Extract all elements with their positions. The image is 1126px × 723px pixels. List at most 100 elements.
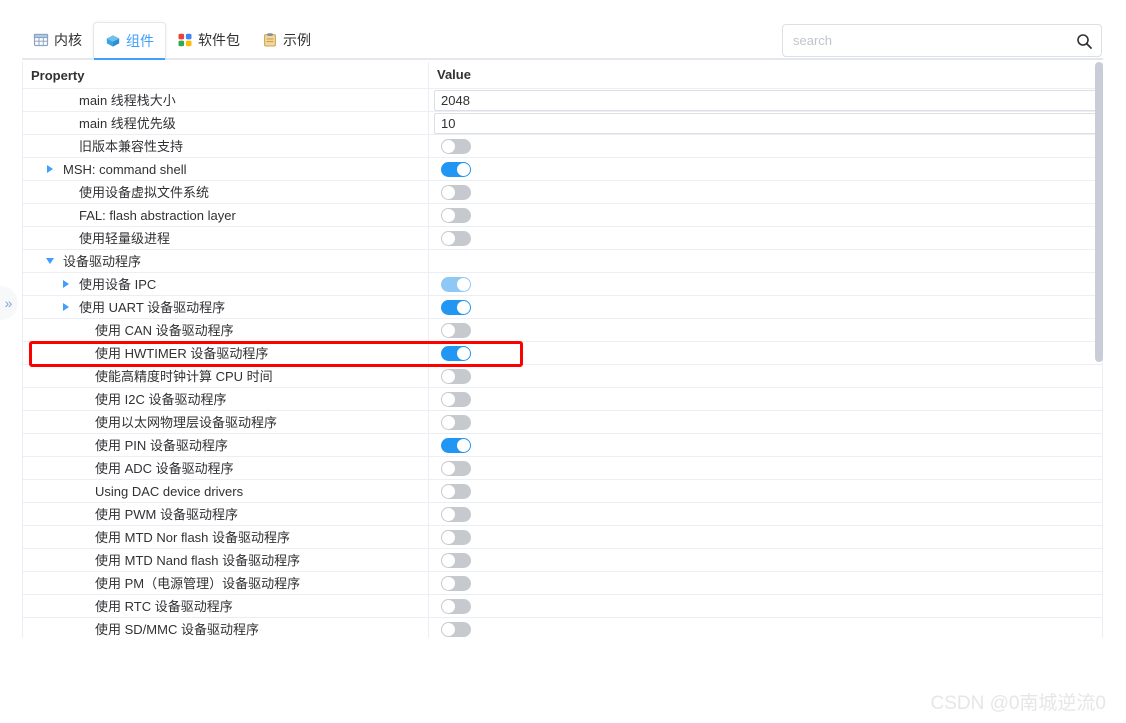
table-row[interactable]: 使用 MTD Nand flash 设备驱动程序 [23, 548, 1102, 572]
table-row[interactable]: 使用 PIN 设备驱动程序 [23, 433, 1102, 457]
table-row[interactable]: main 线程栈大小 [23, 88, 1102, 112]
tab-packages[interactable]: 软件包 [166, 22, 251, 58]
packages-quad-icon [177, 32, 193, 48]
table-row[interactable]: 使用设备 IPC [23, 272, 1102, 296]
value-toggle-switch[interactable] [441, 414, 471, 430]
property-label: FAL: flash abstraction layer [79, 207, 236, 223]
expand-arrow-placeholder [75, 411, 89, 434]
table-row[interactable]: main 线程优先级 [23, 111, 1102, 135]
value-toggle-switch[interactable] [441, 437, 471, 453]
tab-components-label: 组件 [126, 32, 154, 49]
value-toggle-switch[interactable] [441, 391, 471, 407]
value-toggle-switch[interactable] [441, 368, 471, 384]
property-table: Property Value main 线程栈大小 main 线程优先级旧版本兼容… [22, 62, 1103, 638]
table-row[interactable]: 使用 PWM 设备驱动程序 [23, 502, 1102, 526]
table-row[interactable]: 使用以太网物理层设备驱动程序 [23, 410, 1102, 434]
value-toggle-switch[interactable] [441, 299, 471, 315]
table-row[interactable]: 使用 RTC 设备驱动程序 [23, 594, 1102, 618]
property-label: 使用设备虚拟文件系统 [79, 184, 210, 200]
value-cell [428, 433, 1102, 457]
value-toggle-switch[interactable] [441, 345, 471, 361]
property-label: 使用 SD/MMC 设备驱动程序 [95, 621, 259, 637]
expand-arrow-right-icon[interactable] [43, 158, 57, 181]
value-toggle-switch[interactable] [441, 598, 471, 614]
expand-arrow-placeholder [75, 457, 89, 480]
search-input[interactable] [783, 25, 1067, 56]
value-toggle-switch[interactable] [441, 207, 471, 223]
property-label: 使用 HWTIMER 设备驱动程序 [95, 345, 269, 361]
table-row[interactable]: 使用 ADC 设备驱动程序 [23, 456, 1102, 480]
table-row[interactable]: 使用 UART 设备驱动程序 [23, 295, 1102, 319]
search-box[interactable] [782, 24, 1102, 57]
table-row[interactable]: 使用设备虚拟文件系统 [23, 180, 1102, 204]
property-label: 使用 MTD Nand flash 设备驱动程序 [95, 552, 301, 568]
value-toggle-switch[interactable] [441, 322, 471, 338]
property-cell: 使用设备虚拟文件系统 [23, 181, 428, 204]
value-toggle-switch[interactable] [441, 529, 471, 545]
value-toggle-switch[interactable] [441, 552, 471, 568]
table-row[interactable]: Using DAC device drivers [23, 479, 1102, 503]
tab-components[interactable]: 组件 [93, 22, 166, 60]
value-toggle-switch[interactable] [441, 621, 471, 637]
table-row[interactable]: 旧版本兼容性支持 [23, 134, 1102, 158]
tab-examples[interactable]: 示例 [251, 22, 322, 58]
property-cell: 使用轻量级进程 [23, 227, 428, 250]
expand-arrow-right-icon[interactable] [59, 273, 73, 296]
value-toggle-switch[interactable] [441, 161, 471, 177]
vertical-scrollbar[interactable] [1095, 62, 1103, 638]
table-row[interactable]: 使用 I2C 设备驱动程序 [23, 387, 1102, 411]
table-row[interactable]: 使用 CAN 设备驱动程序 [23, 318, 1102, 342]
value-cell [428, 111, 1102, 135]
expand-arrow-right-icon[interactable] [59, 296, 73, 319]
property-cell: 使用 HWTIMER 设备驱动程序 [23, 342, 428, 365]
table-row[interactable]: 设备驱动程序 [23, 249, 1102, 273]
property-label: Using DAC device drivers [95, 483, 244, 499]
expand-arrow-placeholder [75, 595, 89, 618]
expand-arrow-placeholder [75, 434, 89, 457]
search-button[interactable] [1067, 25, 1101, 56]
property-cell: MSH: command shell [23, 158, 428, 181]
property-label: 使用 PWM 设备驱动程序 [95, 506, 238, 522]
value-toggle-switch[interactable] [441, 506, 471, 522]
property-cell: 使用 I2C 设备驱动程序 [23, 388, 428, 411]
value-toggle-switch[interactable] [441, 184, 471, 200]
value-cell [428, 479, 1102, 503]
property-cell: 使用 MTD Nor flash 设备驱动程序 [23, 526, 428, 549]
value-toggle-switch[interactable] [441, 483, 471, 499]
table-row[interactable]: 使用 HWTIMER 设备驱动程序 [23, 341, 1102, 365]
property-label: 使用轻量级进程 [79, 230, 171, 246]
watermark: CSDN @0南城逆流0 [930, 693, 1106, 714]
value-toggle-switch[interactable] [441, 276, 471, 292]
tab-kernel[interactable]: 内核 [22, 22, 93, 58]
sidebar-expand-handle[interactable]: » [0, 286, 18, 320]
value-input[interactable] [434, 89, 1099, 111]
value-input[interactable] [434, 112, 1099, 134]
column-header-property: Property [31, 67, 85, 83]
property-cell: 使用 UART 设备驱动程序 [23, 296, 428, 319]
value-toggle-switch[interactable] [441, 460, 471, 476]
value-toggle-switch[interactable] [441, 138, 471, 154]
property-cell: 使用 PM（电源管理）设备驱动程序 [23, 572, 428, 595]
value-cell [428, 571, 1102, 595]
value-toggle-switch[interactable] [441, 230, 471, 246]
table-row[interactable]: 使能高精度时钟计算 CPU 时间 [23, 364, 1102, 388]
examples-clipboard-icon [262, 32, 278, 48]
expand-arrow-placeholder [59, 89, 73, 112]
value-cell [428, 502, 1102, 526]
tab-packages-label: 软件包 [198, 32, 240, 48]
expand-arrow-placeholder [59, 135, 73, 158]
table-row[interactable]: FAL: flash abstraction layer [23, 203, 1102, 227]
table-row[interactable]: 使用 SD/MMC 设备驱动程序 [23, 617, 1102, 638]
table-row[interactable]: 使用 PM（电源管理）设备驱动程序 [23, 571, 1102, 595]
value-toggle-switch[interactable] [441, 575, 471, 591]
expand-arrow-placeholder [75, 365, 89, 388]
table-row[interactable]: 使用轻量级进程 [23, 226, 1102, 250]
property-label: 使用 I2C 设备驱动程序 [95, 391, 227, 407]
table-row[interactable]: 使用 MTD Nor flash 设备驱动程序 [23, 525, 1102, 549]
expand-arrow-down-icon[interactable] [43, 250, 57, 273]
property-cell: 使用 PIN 设备驱动程序 [23, 434, 428, 457]
value-cell [428, 525, 1102, 549]
vertical-scrollbar-thumb[interactable] [1095, 62, 1103, 362]
table-row[interactable]: MSH: command shell [23, 157, 1102, 181]
value-cell [428, 249, 1102, 273]
